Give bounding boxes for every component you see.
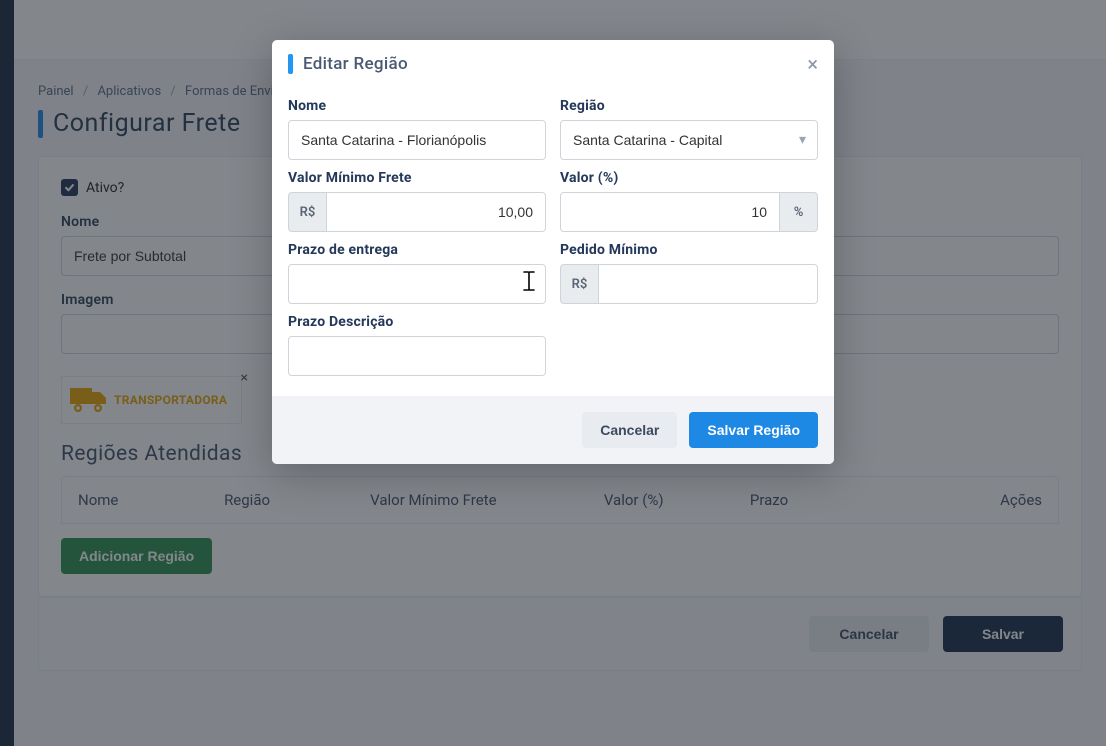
modal-valorpct-group: % xyxy=(560,192,818,232)
edit-region-modal: Editar Região × Nome Região ▾ Valor Míni… xyxy=(272,40,834,464)
modal-prazo-entrega-label: Prazo de entrega xyxy=(288,242,546,258)
modal-valorpct-label: Valor (%) xyxy=(560,170,818,186)
modal-valorpct-input[interactable] xyxy=(560,192,780,232)
modal-title-accent xyxy=(288,54,293,74)
modal-pedido-min-label: Pedido Mínimo xyxy=(560,242,818,258)
modal-pedido-min-group: R$ xyxy=(560,264,818,304)
modal-title-wrap: Editar Região xyxy=(288,54,408,74)
modal-footer: Cancelar Salvar Região xyxy=(272,396,834,464)
modal-close-button[interactable]: × xyxy=(807,54,818,74)
modal-prazo-entrega-input[interactable] xyxy=(288,264,546,304)
percent-addon: % xyxy=(780,192,818,232)
modal-nome-label: Nome xyxy=(288,98,546,114)
text-cursor-icon xyxy=(520,270,538,292)
modal-pedido-min-input[interactable] xyxy=(598,264,818,304)
modal-minfrete-input[interactable] xyxy=(326,192,546,232)
modal-nome-input[interactable] xyxy=(288,120,546,160)
currency-addon: R$ xyxy=(560,264,598,304)
modal-minfrete-group: R$ xyxy=(288,192,546,232)
modal-regiao-select-wrap: ▾ xyxy=(560,120,818,160)
modal-body: Nome Região ▾ Valor Mínimo Frete R$ xyxy=(272,84,834,396)
modal-prazo-descricao-input[interactable] xyxy=(288,336,546,376)
modal-cancel-button[interactable]: Cancelar xyxy=(582,412,677,448)
modal-title: Editar Região xyxy=(303,54,408,74)
modal-header: Editar Região × xyxy=(272,40,834,84)
modal-regiao-label: Região xyxy=(560,98,818,114)
modal-minfrete-label: Valor Mínimo Frete xyxy=(288,170,546,186)
currency-addon: R$ xyxy=(288,192,326,232)
modal-regiao-select[interactable] xyxy=(560,120,818,160)
modal-prazo-descricao-label: Prazo Descrição xyxy=(288,314,546,330)
modal-save-button[interactable]: Salvar Região xyxy=(689,412,818,448)
